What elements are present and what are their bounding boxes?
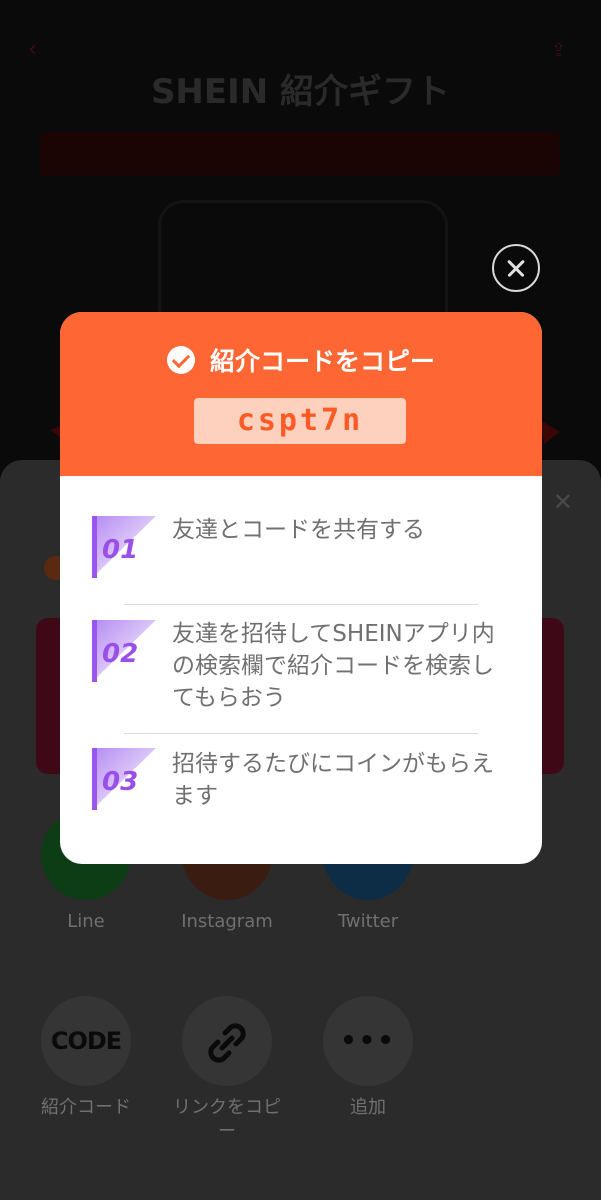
referral-code-modal: 紹介コードをコピー cspt7n 01 友達とコードを共有する 02 友達を招待… — [60, 312, 542, 864]
divider — [124, 733, 478, 734]
step-badge-icon: 03 — [92, 748, 156, 810]
step-item: 01 友達とコードを共有する — [92, 516, 512, 580]
modal-title: 紹介コードをコピー — [210, 347, 436, 376]
step-text: 友達とコードを共有する — [172, 517, 425, 543]
step-text: 招待するたびにコインがもらえます — [172, 751, 494, 809]
modal-title-row: 紹介コードをコピー — [60, 342, 542, 378]
step-number: 03 — [102, 767, 138, 797]
modal-close-button[interactable] — [492, 244, 540, 292]
step-number: 02 — [102, 639, 138, 669]
steps-list: 01 友達とコードを共有する 02 友達を招待してSHEINアプリ内の検索欄で紹… — [60, 476, 542, 864]
modal-header: 紹介コードをコピー cspt7n — [60, 312, 542, 476]
check-circle-icon — [166, 346, 195, 374]
referral-code[interactable]: cspt7n — [194, 398, 406, 444]
step-badge-icon: 01 — [92, 516, 156, 578]
step-number: 01 — [102, 535, 138, 565]
step-item: 02 友達を招待してSHEINアプリ内の検索欄で紹介コードを検索してもらおう — [92, 620, 512, 716]
step-badge-icon: 02 — [92, 620, 156, 682]
divider — [124, 604, 478, 605]
step-item: 03 招待するたびにコインがもらえます — [92, 748, 512, 812]
step-text: 友達を招待してSHEINアプリ内の検索欄で紹介コードを検索してもらおう — [172, 621, 495, 711]
